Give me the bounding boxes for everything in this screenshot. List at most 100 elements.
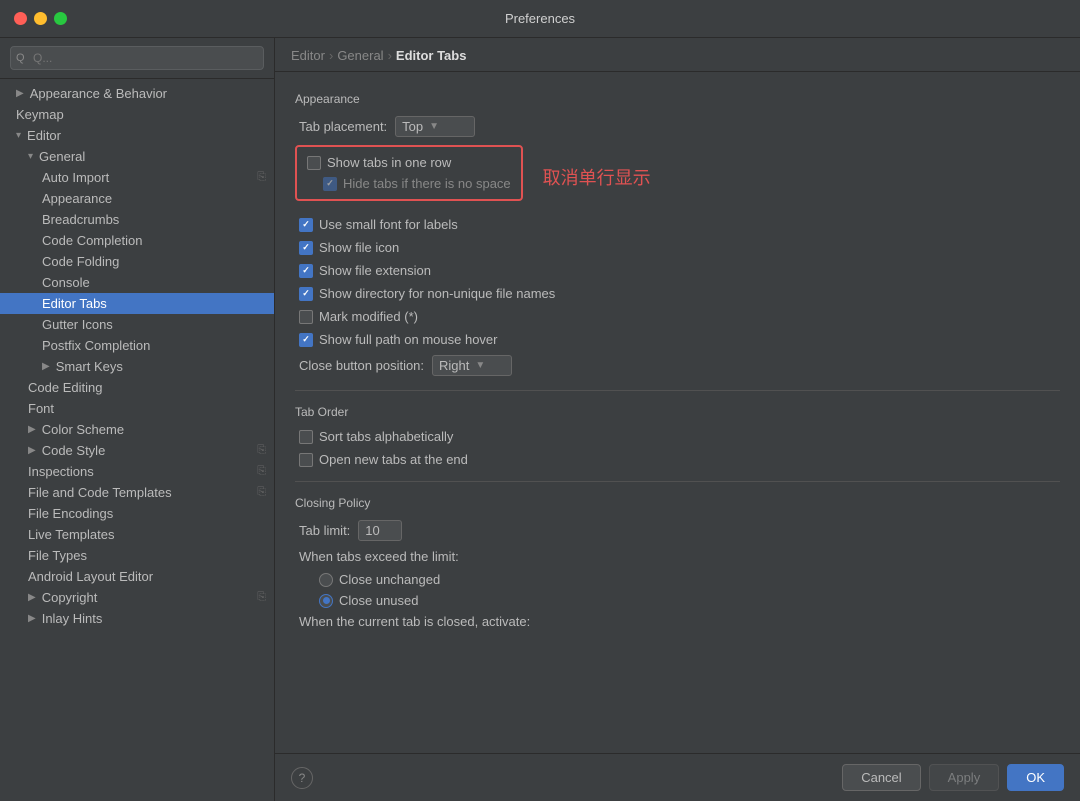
sidebar-item-editor-tabs[interactable]: Editor Tabs	[0, 293, 274, 314]
close-unchanged-label: Close unchanged	[339, 572, 440, 587]
close-unchanged-radio[interactable]	[319, 573, 333, 587]
cancel-button[interactable]: Cancel	[842, 764, 920, 791]
search-input[interactable]	[10, 46, 264, 70]
mark-modified-row: Mark modified (*)	[295, 309, 1060, 324]
minimize-button[interactable]	[34, 12, 47, 25]
sort-alphabetically-checkbox[interactable]	[299, 430, 313, 444]
sidebar-item-label: Keymap	[16, 107, 64, 122]
show-directory-checkbox[interactable]	[299, 287, 313, 301]
show-file-icon-row: Show file icon	[295, 240, 1060, 255]
close-button-dropdown[interactable]: Right ▼	[432, 355, 512, 376]
sidebar-item-label: Font	[28, 401, 54, 416]
sidebar-item-keymap[interactable]: Keymap	[0, 104, 274, 125]
use-small-font-row: Use small font for labels	[295, 217, 1060, 232]
content-area: Editor › General › Editor Tabs Appearanc…	[275, 38, 1080, 801]
breadcrumb-editor: Editor	[291, 48, 325, 63]
sidebar-item-live-templates[interactable]: Live Templates	[0, 524, 274, 545]
open-new-end-label: Open new tabs at the end	[319, 452, 468, 467]
tab-placement-row: Tab placement: Top ▼	[295, 116, 1060, 137]
tab-limit-label: Tab limit:	[299, 523, 350, 538]
sidebar-item-label: Android Layout Editor	[28, 569, 153, 584]
sort-alphabetically-wrap[interactable]: Sort tabs alphabetically	[299, 429, 453, 444]
sidebar-item-copyright[interactable]: ▶ Copyright ⎘	[0, 587, 274, 608]
appearance-section-header: Appearance	[295, 92, 1060, 106]
sidebar-item-label: Appearance	[42, 191, 112, 206]
copy-icon: ⎘	[257, 465, 266, 478]
sort-alphabetically-label: Sort tabs alphabetically	[319, 429, 453, 444]
close-unused-radio[interactable]	[319, 594, 333, 608]
help-button[interactable]: ?	[291, 767, 313, 789]
sidebar-item-label: Copyright	[42, 590, 98, 605]
tab-order-section-header: Tab Order	[295, 405, 1060, 419]
show-full-path-wrap[interactable]: Show full path on mouse hover	[299, 332, 498, 347]
tab-placement-dropdown[interactable]: Top ▼	[395, 116, 475, 137]
show-tabs-row-group: Show tabs in one row Hide tabs if there …	[295, 145, 1060, 209]
open-new-end-checkbox[interactable]	[299, 453, 313, 467]
mark-modified-checkbox[interactable]	[299, 310, 313, 324]
sidebar-tree: ▶ Appearance & Behavior Keymap ▾ Editor …	[0, 79, 274, 801]
hide-tabs-checkbox[interactable]	[323, 177, 337, 191]
apply-button[interactable]: Apply	[929, 764, 1000, 791]
ok-button[interactable]: OK	[1007, 764, 1064, 791]
sidebar-item-code-style[interactable]: ▶ Code Style ⎘	[0, 440, 274, 461]
open-new-end-row: Open new tabs at the end	[295, 452, 1060, 467]
show-directory-wrap[interactable]: Show directory for non-unique file names	[299, 286, 555, 301]
open-new-end-wrap[interactable]: Open new tabs at the end	[299, 452, 468, 467]
sidebar-item-postfix-completion[interactable]: Postfix Completion	[0, 335, 274, 356]
when-exceed-label: When tabs exceed the limit:	[299, 549, 459, 564]
sidebar-item-appearance-behavior[interactable]: ▶ Appearance & Behavior	[0, 83, 274, 104]
copy-icon: ⎘	[257, 486, 266, 499]
breadcrumb-general: General	[337, 48, 383, 63]
close-button-value: Right	[439, 358, 469, 373]
sidebar-item-editor[interactable]: ▾ Editor	[0, 125, 274, 146]
sort-alphabetically-row: Sort tabs alphabetically	[295, 429, 1060, 444]
sidebar-item-general[interactable]: ▾ General	[0, 146, 274, 167]
show-file-extension-wrap[interactable]: Show file extension	[299, 263, 431, 278]
sidebar-item-console[interactable]: Console	[0, 272, 274, 293]
close-button[interactable]	[14, 12, 27, 25]
sidebar-item-breadcrumbs[interactable]: Breadcrumbs	[0, 209, 274, 230]
sidebar-item-android-layout-editor[interactable]: Android Layout Editor	[0, 566, 274, 587]
mark-modified-wrap[interactable]: Mark modified (*)	[299, 309, 418, 324]
close-unused-row[interactable]: Close unused	[295, 593, 1060, 608]
sidebar-item-file-code-templates[interactable]: File and Code Templates ⎘	[0, 482, 274, 503]
dropdown-arrow-icon: ▼	[475, 360, 485, 371]
close-unchanged-row[interactable]: Close unchanged	[295, 572, 1060, 587]
sidebar-item-file-encodings[interactable]: File Encodings	[0, 503, 274, 524]
annotation-text: 取消单行显示	[543, 164, 651, 190]
sidebar-item-inlay-hints[interactable]: ▶ Inlay Hints	[0, 608, 274, 629]
breadcrumb: Editor › General › Editor Tabs	[275, 38, 1080, 72]
show-full-path-checkbox[interactable]	[299, 333, 313, 347]
breadcrumb-sep-1: ›	[329, 48, 333, 63]
sidebar-item-file-types[interactable]: File Types	[0, 545, 274, 566]
sidebar-item-code-completion[interactable]: Code Completion	[0, 230, 274, 251]
breadcrumb-sep-2: ›	[388, 48, 392, 63]
show-file-extension-checkbox[interactable]	[299, 264, 313, 278]
show-tabs-one-row-checkbox[interactable]	[307, 156, 321, 170]
sidebar-item-auto-import[interactable]: Auto Import ⎘	[0, 167, 274, 188]
sidebar-item-label: Gutter Icons	[42, 317, 113, 332]
maximize-button[interactable]	[54, 12, 67, 25]
sidebar-item-label: File and Code Templates	[28, 485, 172, 500]
sidebar-item-gutter-icons[interactable]: Gutter Icons	[0, 314, 274, 335]
when-current-closed-row: When the current tab is closed, activate…	[295, 614, 1060, 629]
sidebar-item-font[interactable]: Font	[0, 398, 274, 419]
hide-tabs-wrap[interactable]: Hide tabs if there is no space	[307, 176, 511, 191]
sidebar-item-smart-keys[interactable]: ▶ Smart Keys	[0, 356, 274, 377]
show-file-icon-checkbox[interactable]	[299, 241, 313, 255]
sidebar-item-inspections[interactable]: Inspections ⎘	[0, 461, 274, 482]
sidebar-item-code-editing[interactable]: Code Editing	[0, 377, 274, 398]
chevron-right-icon: ▶	[28, 445, 36, 456]
sidebar-item-color-scheme[interactable]: ▶ Color Scheme	[0, 419, 274, 440]
use-small-font-wrap[interactable]: Use small font for labels	[299, 217, 458, 232]
sidebar-item-code-folding[interactable]: Code Folding	[0, 251, 274, 272]
use-small-font-checkbox[interactable]	[299, 218, 313, 232]
sidebar-item-appearance[interactable]: Appearance	[0, 188, 274, 209]
sidebar-item-label: Code Editing	[28, 380, 102, 395]
sidebar-item-label: File Types	[28, 548, 87, 563]
tab-limit-input[interactable]	[358, 520, 402, 541]
section-divider-2	[295, 481, 1060, 482]
show-tabs-one-row-wrap[interactable]: Show tabs in one row	[307, 155, 511, 170]
show-file-icon-wrap[interactable]: Show file icon	[299, 240, 399, 255]
search-wrap: Q	[10, 46, 264, 70]
